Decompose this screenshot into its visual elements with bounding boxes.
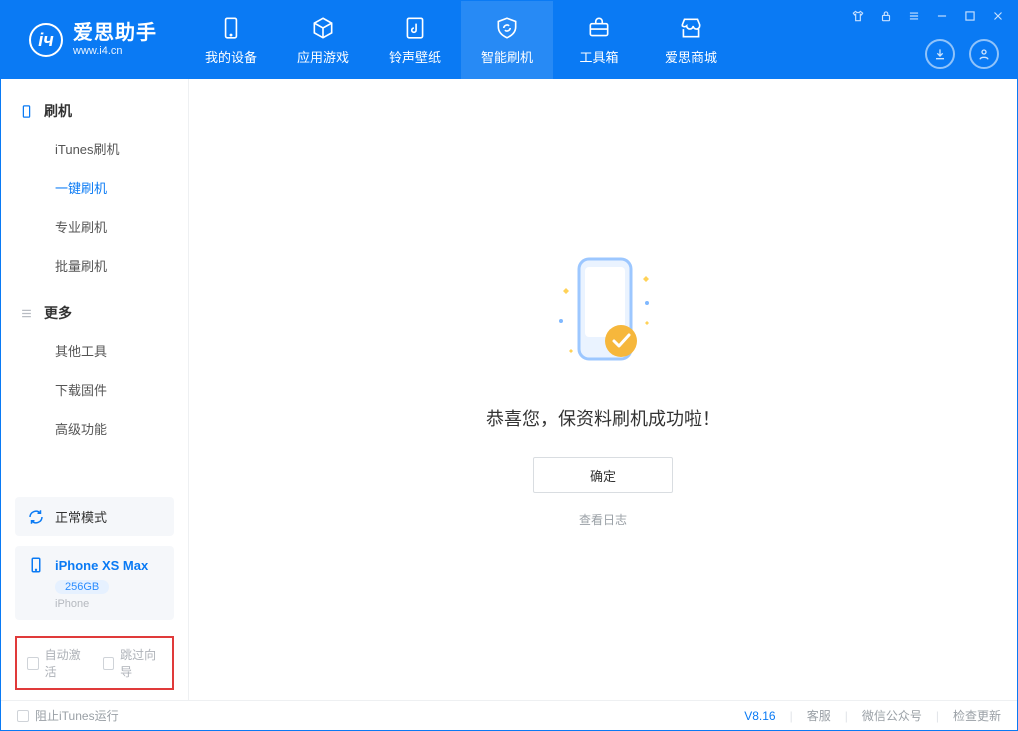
logo-area: iч 爱思助手 www.i4.cn — [1, 1, 179, 79]
toolbox-icon — [586, 15, 612, 41]
app-window: iч 爱思助手 www.i4.cn 我的设备 应用游戏 — [0, 0, 1018, 731]
checkbox-skip-setup[interactable]: 跳过向导 — [103, 646, 163, 680]
device-capacity: 256GB — [55, 580, 109, 594]
sidebar-item-pro-flash[interactable]: 专业刷机 — [1, 207, 188, 246]
device-name: iPhone XS Max — [55, 558, 148, 573]
store-icon — [678, 15, 704, 41]
shield-sync-icon — [494, 15, 520, 41]
sidebar-section-more: 更多 — [1, 295, 188, 331]
titlebar: iч 爱思助手 www.i4.cn 我的设备 应用游戏 — [1, 1, 1017, 79]
status-link-wechat[interactable]: 微信公众号 — [862, 707, 922, 724]
nav-label: 我的设备 — [205, 47, 257, 66]
app-title: 爱思助手 — [73, 21, 157, 45]
device-type: iPhone — [55, 598, 162, 610]
list-icon — [19, 306, 34, 321]
sidebar-item-other-tools[interactable]: 其他工具 — [1, 331, 188, 370]
nav-tab-toolbox[interactable]: 工具箱 — [553, 1, 645, 79]
device-icon — [27, 556, 45, 574]
nav-tab-store[interactable]: 爱思商城 — [645, 1, 737, 79]
music-file-icon — [402, 15, 428, 41]
lock-icon[interactable] — [877, 7, 895, 25]
version-label: V8.16 — [744, 709, 775, 723]
status-link-support[interactable]: 客服 — [807, 707, 831, 724]
statusbar: 阻止iTunes运行 V8.16 | 客服 | 微信公众号 | 检查更新 — [1, 700, 1017, 730]
nav-tabs: 我的设备 应用游戏 铃声壁纸 智能刷机 — [185, 1, 737, 79]
nav-label: 智能刷机 — [481, 47, 533, 66]
status-link-update[interactable]: 检查更新 — [953, 707, 1001, 724]
download-circle-icon[interactable] — [925, 39, 955, 69]
nav-label: 工具箱 — [579, 47, 618, 66]
user-circle-icon[interactable] — [969, 39, 999, 69]
app-subtitle: www.i4.cn — [73, 45, 157, 58]
success-message: 恭喜您，保资料刷机成功啦！ — [486, 405, 720, 431]
nav-label: 铃声壁纸 — [389, 47, 441, 66]
sync-icon — [27, 508, 45, 526]
maximize-icon[interactable] — [961, 7, 979, 25]
shirt-icon[interactable] — [849, 7, 867, 25]
nav-tab-ringtones[interactable]: 铃声壁纸 — [369, 1, 461, 79]
nav-tab-device[interactable]: 我的设备 — [185, 1, 277, 79]
close-icon[interactable] — [989, 7, 1007, 25]
nav-tab-apps[interactable]: 应用游戏 — [277, 1, 369, 79]
body: 刷机 iTunes刷机 一键刷机 专业刷机 批量刷机 更多 其他工具 下载固件 … — [1, 79, 1017, 700]
titlebar-action-circles — [925, 39, 999, 69]
options-highlight-box: 自动激活 跳过向导 — [15, 636, 174, 690]
sidebar-item-itunes-flash[interactable]: iTunes刷机 — [1, 129, 188, 168]
sidebar-section-flash: 刷机 — [1, 93, 188, 129]
checkbox-auto-activate[interactable]: 自动激活 — [27, 646, 87, 680]
sidebar-item-download-firmware[interactable]: 下载固件 — [1, 370, 188, 409]
nav-label: 爱思商城 — [665, 47, 717, 66]
cube-icon — [310, 15, 336, 41]
menu-icon[interactable] — [905, 7, 923, 25]
sidebar-item-oneclick-flash[interactable]: 一键刷机 — [1, 168, 188, 207]
checkbox-block-itunes[interactable]: 阻止iTunes运行 — [17, 707, 119, 724]
phone-outline-icon — [19, 104, 34, 119]
sidebar-item-batch-flash[interactable]: 批量刷机 — [1, 246, 188, 285]
nav-label: 应用游戏 — [297, 47, 349, 66]
device-mode-label: 正常模式 — [55, 507, 107, 526]
view-log-link[interactable]: 查看日志 — [579, 511, 627, 528]
phone-icon — [218, 15, 244, 41]
system-buttons — [849, 7, 1007, 25]
nav-tab-flash[interactable]: 智能刷机 — [461, 1, 553, 79]
confirm-button[interactable]: 确定 — [533, 457, 673, 493]
app-logo-icon: iч — [29, 23, 63, 57]
sidebar-item-advanced[interactable]: 高级功能 — [1, 409, 188, 448]
device-info-box[interactable]: iPhone XS Max 256GB iPhone — [15, 546, 174, 620]
main-content: 恭喜您，保资料刷机成功啦！ 确定 查看日志 — [189, 79, 1017, 700]
success-illustration — [543, 251, 663, 381]
device-mode-box[interactable]: 正常模式 — [15, 497, 174, 536]
minimize-icon[interactable] — [933, 7, 951, 25]
sidebar: 刷机 iTunes刷机 一键刷机 专业刷机 批量刷机 更多 其他工具 下载固件 … — [1, 79, 189, 700]
